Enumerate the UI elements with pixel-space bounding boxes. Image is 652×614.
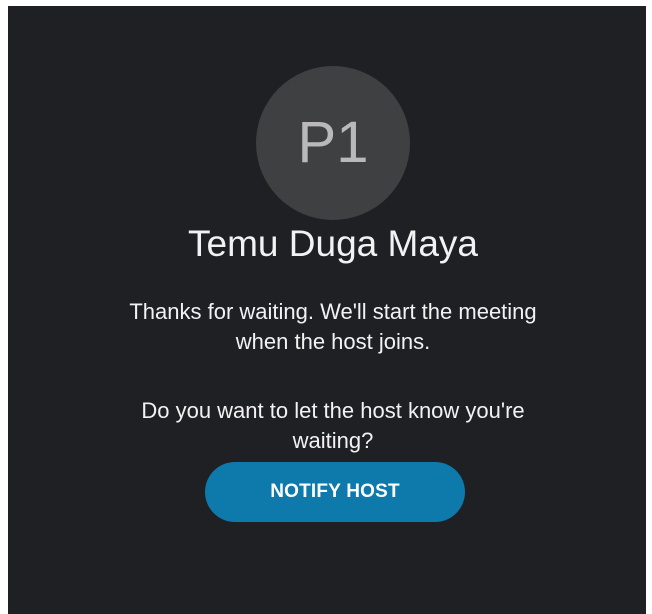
notify-prompt-line-2: waiting?	[292, 428, 374, 453]
meeting-title: Temu Duga Maya	[188, 223, 478, 264]
notify-prompt: Do you want to let the host know you're …	[20, 396, 646, 456]
notify-prompt-line-1: Do you want to let the host know you're	[141, 398, 525, 423]
notify-host-button[interactable]: NOTIFY HOST	[205, 462, 465, 522]
waiting-message-line-1: Thanks for waiting. We'll start the meet…	[129, 299, 537, 324]
avatar: P1	[256, 66, 410, 220]
waiting-message-line-2: when the host joins.	[235, 329, 431, 354]
waiting-message: Thanks for waiting. We'll start the meet…	[20, 297, 646, 357]
avatar-initials: P1	[297, 110, 369, 175]
